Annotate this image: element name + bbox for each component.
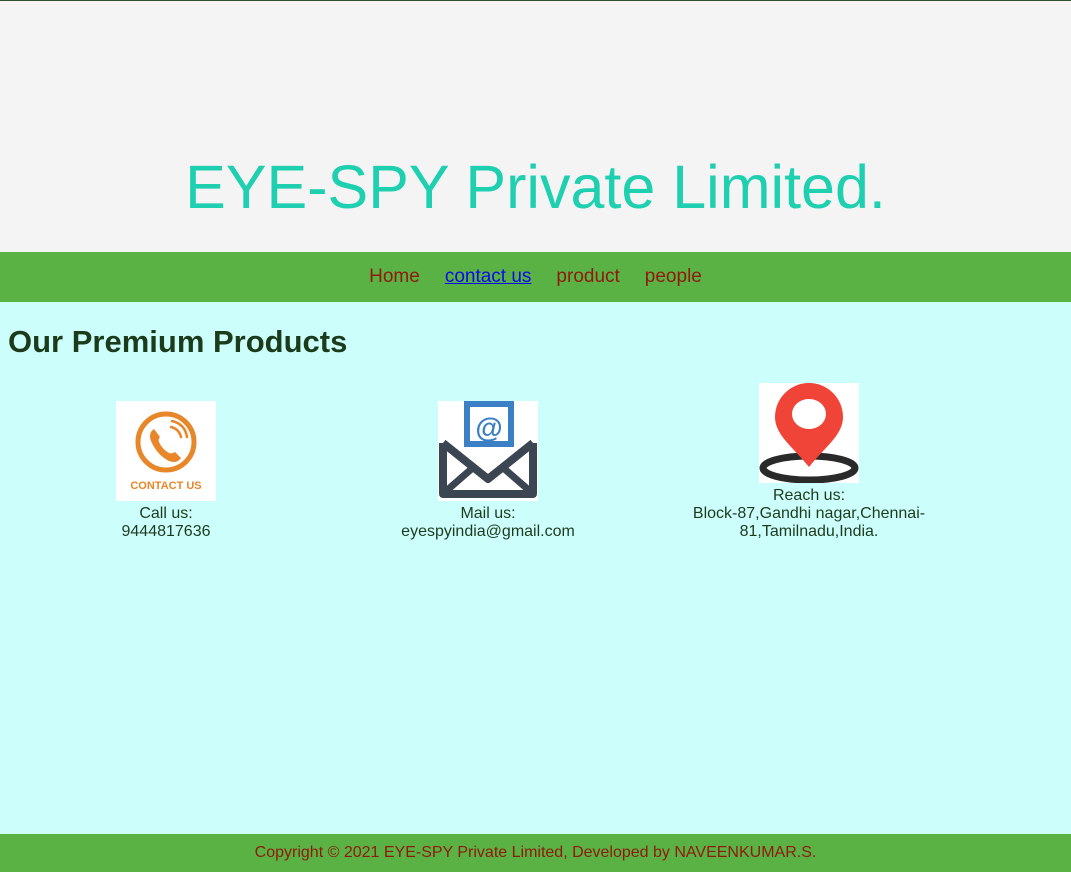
contact-card-mail-caption: Mail us: eyespyindia@gmail.com	[388, 505, 588, 541]
contact-card-mail: @ Mail us: eyespyindia@gmail.com	[388, 401, 588, 541]
copyright-text: Copyright © 2021 EYE-SPY Private Limited…	[254, 844, 817, 861]
section-heading: Our Premium Products	[8, 324, 348, 359]
location-value: Block-87,Gandhi nagar,Chennai-81,Tamilna…	[692, 505, 926, 540]
footer: Copyright © 2021 EYE-SPY Private Limited…	[0, 834, 1071, 872]
mail-label: Mail us:	[460, 505, 516, 522]
nav-link-contact-us[interactable]: contact us	[445, 266, 532, 288]
nav-link-home[interactable]: Home	[369, 266, 420, 288]
contact-us-icon-text: CONTACT US	[130, 480, 201, 492]
location-label: Reach us:	[772, 487, 846, 504]
site-title: EYE-SPY Private Limited.	[185, 153, 886, 221]
svg-text:@: @	[475, 412, 502, 443]
mail-icon: @	[438, 401, 538, 501]
phone-value: 9444817636	[121, 523, 211, 540]
phone-label: Call us:	[139, 505, 193, 522]
location-pin-icon	[759, 383, 859, 483]
nav-link-people[interactable]: people	[645, 266, 702, 288]
header: EYE-SPY Private Limited.	[0, 0, 1071, 252]
contact-card-phone: CONTACT US Call us: 9444817636	[66, 401, 266, 541]
navbar: Home contact us product people	[0, 252, 1071, 302]
contact-card-location-caption: Reach us: Block-87,Gandhi nagar,Chennai-…	[689, 487, 929, 541]
nav-link-product[interactable]: product	[556, 266, 619, 288]
contact-us-phone-icon: CONTACT US	[116, 401, 216, 501]
mail-value: eyespyindia@gmail.com	[401, 523, 575, 540]
contact-card-phone-caption: Call us: 9444817636	[66, 505, 266, 541]
contact-card-location: Reach us: Block-87,Gandhi nagar,Chennai-…	[689, 383, 929, 541]
page: EYE-SPY Private Limited. Home contact us…	[0, 0, 1071, 872]
